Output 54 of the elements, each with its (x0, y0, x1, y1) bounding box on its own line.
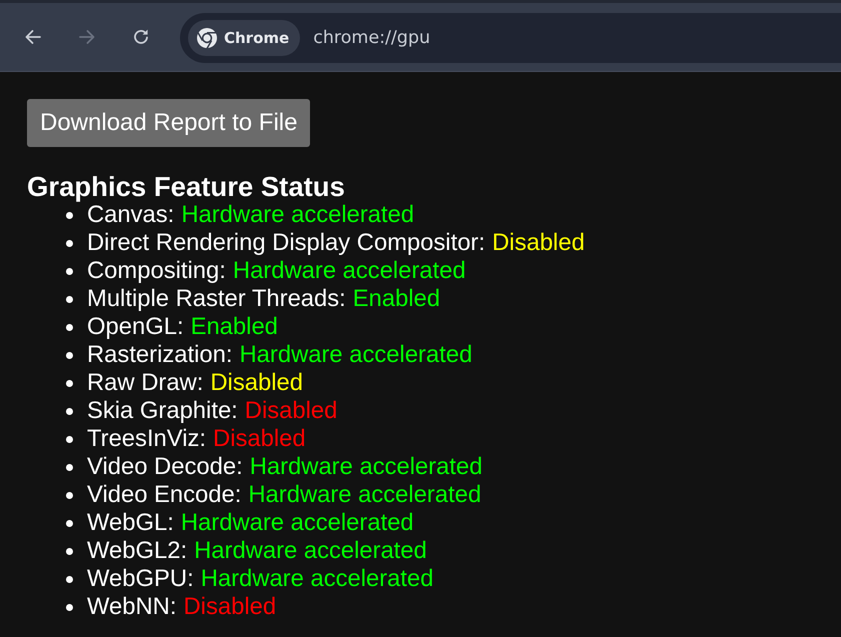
forward-arrow-icon (77, 27, 97, 47)
feature-name: OpenGL: (87, 313, 184, 341)
bullet-icon (66, 548, 73, 554)
address-text: chrome://gpu (313, 28, 430, 48)
feature-name: TreesInViz: (87, 425, 206, 453)
bullet-icon (66, 464, 73, 470)
feature-name: Skia Graphite: (87, 397, 238, 425)
feature-name: WebGPU: (87, 565, 194, 593)
bullet-icon (66, 604, 73, 610)
back-arrow-icon (23, 27, 43, 47)
site-info-chip[interactable]: Chrome (188, 20, 300, 56)
feature-status: Disabled (213, 425, 306, 453)
feature-status: Hardware accelerated (248, 481, 482, 509)
bullet-icon (66, 492, 73, 498)
feature-name: Compositing: (87, 257, 226, 285)
bullet-icon (66, 212, 73, 218)
bullet-icon (66, 380, 73, 386)
feature-name: WebGL: (87, 509, 174, 537)
feature-status: Hardware accelerated (180, 509, 414, 537)
bullet-icon (66, 240, 73, 246)
feature-name: Rasterization: (87, 341, 232, 369)
bullet-icon (66, 268, 73, 274)
feature-name: Multiple Raster Threads: (87, 285, 346, 313)
feature-status: Hardware accelerated (200, 565, 434, 593)
bullet-icon (66, 436, 73, 442)
bullet-icon (66, 296, 73, 302)
bullet-icon (66, 408, 73, 414)
feature-status: Enabled (190, 313, 278, 341)
download-report-button[interactable]: Download Report to File (27, 99, 310, 147)
feature-status: Hardware accelerated (181, 201, 414, 229)
feature-name: Raw Draw: (87, 369, 204, 397)
bullet-icon (66, 576, 73, 582)
feature-status: Hardware accelerated (232, 257, 466, 285)
feature-name: Video Encode: (87, 481, 242, 509)
feature-status: Disabled (183, 593, 276, 621)
feature-status: Enabled (352, 285, 440, 313)
bullet-icon (66, 520, 73, 526)
browser-logo-icon (196, 27, 218, 49)
bullet-icon (66, 352, 73, 358)
reload-icon (131, 27, 151, 47)
feature-name: Canvas: (87, 201, 174, 229)
address-bar[interactable]: Chrome chrome://gpu (180, 13, 841, 63)
feature-name: WebNN: (87, 593, 176, 621)
bullet-icon (66, 324, 73, 330)
feature-status: Disabled (210, 369, 303, 397)
feature-name: Direct Rendering Display Compositor: (87, 229, 486, 257)
feature-status: Disabled (492, 229, 585, 257)
feature-status: Hardware accelerated (240, 341, 472, 369)
feature-status: Hardware accelerated (250, 453, 482, 481)
feature-name: Video Decode: (87, 453, 243, 481)
feature-status: Hardware accelerated (194, 537, 427, 565)
feature-name: WebGL2: (87, 537, 188, 565)
section-heading: Graphics Feature Status (27, 173, 346, 201)
feature-status: Disabled (244, 397, 338, 425)
